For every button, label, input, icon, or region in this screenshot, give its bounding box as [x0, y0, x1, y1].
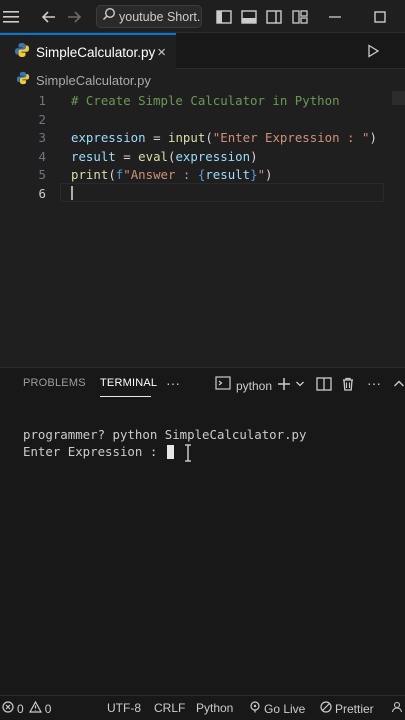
search-text: youtube Short... [119, 9, 201, 24]
tab-simplecalculator[interactable]: SimpleCalculator.py × [0, 33, 176, 70]
code-line: 3 expression = input("Enter Expression :… [0, 128, 405, 147]
mouse-ibeam-cursor-icon [184, 444, 192, 462]
split-terminal-icon[interactable] [316, 376, 332, 392]
status-bar: 0 0 UTF-8 CRLF Python Go Live Prettier [0, 695, 405, 720]
more-actions-icon[interactable]: ··· [367, 375, 381, 391]
title-bar: youtube Short... [0, 0, 405, 33]
code-text: expression = input("Enter Expression : "… [71, 130, 377, 145]
error-icon [2, 701, 14, 716]
command-center-search[interactable]: youtube Short... [96, 5, 202, 28]
code-text: result = eval(expression) [71, 148, 258, 164]
terminal-profile-name: python [236, 378, 273, 393]
code-editor[interactable]: 1 # Create Simple Calculator in Python 2… [0, 91, 405, 367]
encoding-status[interactable]: UTF-8 [107, 701, 141, 715]
python-file-icon [16, 71, 30, 90]
close-icon[interactable]: × [157, 44, 166, 61]
line-number: 4 [38, 148, 46, 164]
bottom-panel: PROBLEMS TERMINAL ··· python ··· program… [0, 367, 405, 695]
forward-arrow-icon[interactable] [65, 8, 83, 26]
line-number: 5 [38, 167, 46, 182]
terminal-profile[interactable]: python [215, 376, 272, 395]
trash-icon[interactable] [341, 376, 355, 392]
terminal-line: Enter Expression : [23, 443, 306, 460]
terminal-cursor [166, 444, 174, 459]
code-text: print(f"Answer : {result}") [71, 167, 273, 182]
feedback-icon[interactable] [391, 701, 403, 713]
language-status[interactable]: Python [196, 701, 233, 715]
breadcrumb: SimpleCalculator.py [0, 69, 405, 91]
warning-count: 0 [44, 701, 52, 716]
more-actions-icon[interactable]: ··· [166, 375, 180, 391]
terminal-prompt-text: Enter Expression : [23, 444, 165, 459]
new-terminal-icon[interactable] [277, 376, 291, 392]
prettier-status[interactable]: Prettier [320, 701, 374, 716]
python-file-icon [14, 42, 30, 63]
tab-label: SimpleCalculator.py [36, 45, 156, 60]
code-line: 6 [0, 184, 405, 203]
panel-tabs: PROBLEMS TERMINAL ··· python ··· [0, 368, 405, 400]
text-cursor [71, 186, 73, 200]
toggle-secondary-sidebar-icon[interactable] [265, 8, 283, 26]
terminal-icon [215, 376, 231, 395]
menu-icon[interactable] [2, 8, 20, 26]
broadcast-icon [249, 701, 261, 716]
eol-status[interactable]: CRLF [154, 701, 185, 715]
prettier-label: Prettier [335, 701, 374, 716]
go-live-button[interactable]: Go Live [249, 701, 305, 716]
active-tab-indicator [100, 396, 151, 397]
minimize-icon[interactable] [326, 8, 344, 26]
line-number: 1 [38, 93, 46, 108]
toggle-panel-icon[interactable] [240, 8, 258, 26]
code-line: 2 [0, 110, 405, 129]
chevron-up-icon[interactable] [393, 376, 405, 392]
tab-terminal[interactable]: TERMINAL [100, 377, 157, 389]
tab-problems[interactable]: PROBLEMS [23, 377, 86, 389]
prettier-disabled-icon [320, 701, 332, 716]
editor-tab-bar: SimpleCalculator.py × [0, 33, 405, 70]
code-line: 4 result = eval(expression) [0, 147, 405, 166]
terminal-output[interactable]: programmer? python SimpleCalculator.py E… [23, 426, 306, 460]
breadcrumb-file[interactable]: SimpleCalculator.py [36, 73, 151, 88]
back-arrow-icon[interactable] [40, 8, 58, 26]
go-live-label: Go Live [264, 701, 306, 716]
code-text: # Create Simple Calculator in Python [71, 93, 340, 108]
toggle-primary-sidebar-icon[interactable] [215, 8, 233, 26]
search-icon [102, 7, 116, 26]
code-line: 1 # Create Simple Calculator in Python [0, 91, 405, 110]
line-number: 3 [38, 130, 46, 145]
customize-layout-icon[interactable] [291, 8, 309, 26]
chevron-down-icon[interactable] [295, 376, 305, 392]
warning-icon [28, 700, 42, 716]
run-python-file-icon[interactable] [366, 44, 382, 60]
line-number: 6 [38, 185, 46, 201]
problems-status[interactable]: 0 0 [2, 700, 52, 716]
terminal-line: programmer? python SimpleCalculator.py [23, 427, 307, 442]
line-number: 2 [38, 111, 46, 127]
error-count: 0 [17, 701, 24, 716]
maximize-icon[interactable] [371, 8, 389, 26]
code-line: 5 print(f"Answer : {result}") [0, 165, 405, 184]
